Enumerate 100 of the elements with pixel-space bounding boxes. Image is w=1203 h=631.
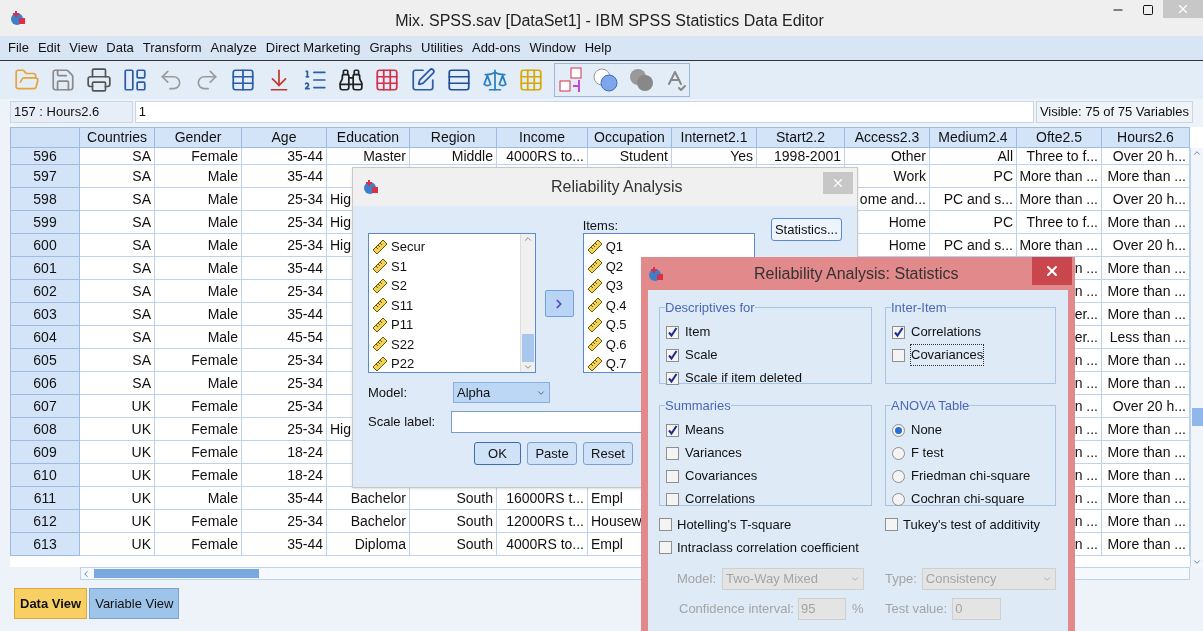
table-cell: Master — [363, 148, 406, 164]
table-cell-text: Hig — [330, 235, 351, 255]
table-cell-text: Female — [191, 442, 238, 462]
table-cell: SA — [132, 148, 151, 164]
icc-type-label: Type: — [885, 570, 917, 589]
option-label: Means — [684, 421, 726, 440]
visible-variables-label: Visible: 75 of 75 Variables — [1035, 101, 1193, 123]
table-cell-text: More than ... — [1107, 488, 1186, 508]
option-label: F test — [910, 444, 945, 463]
table-cell-text: SA — [132, 212, 151, 232]
scale-label: Scale label: — [368, 413, 437, 432]
table-cell-text: More than ... — [1107, 442, 1186, 462]
table-cell-text: 35-44 — [287, 534, 323, 554]
option-label: Tukey's test of additivity — [903, 515, 1041, 534]
table-cell-text: South — [456, 534, 493, 554]
table-cell-text: 25-34 — [287, 281, 323, 301]
table-cell: All — [997, 148, 1013, 164]
table-cell-text: Home — [888, 235, 926, 255]
table-cell-text: n ... — [1074, 488, 1098, 508]
table-cell-text: Male — [207, 189, 238, 209]
table-cell-text: 18-24 — [287, 465, 323, 485]
table-cell-text: UK — [131, 511, 151, 531]
table-cell-text: SA — [132, 258, 151, 278]
table-cell-text: 45-54 — [287, 327, 323, 347]
table-cell-text: n ... — [1074, 350, 1098, 370]
table-cell-text: 25-34 — [287, 396, 323, 416]
option-label: None — [910, 421, 944, 440]
option-label: Covariances — [684, 467, 759, 486]
table-cell-text: South — [456, 488, 493, 508]
table-cell-text: More than ... — [1019, 166, 1098, 186]
table-cell-text: Male — [207, 258, 238, 278]
table-cell: Female — [191, 148, 238, 164]
table-cell-text: Bachelor — [350, 488, 406, 508]
table-cell-text: PC — [993, 212, 1013, 232]
table-cell-text: 35-44 — [287, 166, 323, 186]
table-cell-text: n ... — [1074, 396, 1098, 416]
table-cell-text: Home — [888, 212, 926, 232]
table-cell-text: South — [456, 511, 493, 531]
table-cell-text: More than ... — [1107, 465, 1186, 485]
table-cell-text: UK — [131, 534, 151, 554]
icc-model-label: Model: — [677, 570, 717, 589]
table-cell-text: 35-44 — [287, 488, 323, 508]
table-cell-text: er... — [1074, 327, 1098, 347]
table-cell-text: More than ... — [1019, 235, 1098, 255]
option-label: Cochran chi-square — [910, 490, 1026, 509]
table-cell-text: Work — [893, 166, 926, 186]
table-cell-text: Less than ... — [1109, 327, 1186, 347]
table-cell-text: PC and s... — [943, 189, 1013, 209]
table-cell-text: SA — [132, 235, 151, 255]
table-cell-text: 25-34 — [287, 235, 323, 255]
test-value-label: Test value: — [885, 600, 948, 619]
table-cell-text: Male — [207, 304, 238, 324]
table-cell-text: More than ... — [1107, 534, 1186, 554]
table-cell-text: SA — [132, 304, 151, 324]
table-cell-text: Empl — [591, 488, 623, 508]
items-label: Items: — [582, 218, 620, 233]
option-label: Hotelling's T-square — [677, 515, 792, 534]
table-cell-text: More than ... — [1019, 189, 1098, 209]
table-cell-text: n ... — [1074, 442, 1098, 462]
table-cell-text: n ... — [1074, 373, 1098, 393]
table-cell-text: Over 20 h... — [1112, 396, 1186, 416]
option-label: Variances — [684, 444, 743, 463]
table-cell-text: SA — [132, 350, 151, 370]
table-cell-text: Female — [191, 534, 238, 554]
table-cell-text: n ... — [1074, 465, 1098, 485]
table-cell-text: Housew — [591, 511, 642, 531]
table-cell-text: Female — [191, 511, 238, 531]
option-label: Scale — [684, 346, 719, 365]
percent-label: % — [851, 600, 864, 619]
table-cell-text: SA — [132, 281, 151, 301]
table-cell-text: n ... — [1074, 419, 1098, 439]
group-title: ANOVA Table — [891, 397, 970, 415]
table-cell-text: More than ... — [1107, 281, 1186, 301]
table-cell-text: Male — [207, 166, 238, 186]
table-cell: 1998-2001 — [774, 148, 841, 164]
table-cell-text: Hig — [330, 419, 351, 439]
window-title: Mix. SPSS.sav [DataSet1] - IBM SPSS Statistics Data Editor — [395, 11, 824, 31]
table-cell: Middle — [451, 148, 493, 164]
table-cell-text: Over 20 h... — [1112, 189, 1186, 209]
table-cell-text: 35-44 — [287, 258, 323, 278]
table-cell-text: er... — [1074, 304, 1098, 324]
table-cell-text: Male — [207, 235, 238, 255]
model-label: Model: — [368, 383, 409, 402]
table-cell-text: Bachelor — [350, 511, 406, 531]
table-cell-text: More than ... — [1107, 304, 1186, 324]
table-cell-text: SA — [132, 373, 151, 393]
table-cell-text: 25-34 — [287, 373, 323, 393]
table-cell-text: UK — [131, 396, 151, 416]
dialog-title: Reliability Analysis — [551, 177, 683, 197]
table-cell-text: More than ... — [1107, 212, 1186, 232]
table-cell-text: Female — [191, 350, 238, 370]
table-cell: Other — [891, 148, 926, 164]
table-cell-text: Female — [191, 396, 238, 416]
table-cell-text: More than ... — [1107, 350, 1186, 370]
table-cell-text: Empl — [591, 534, 623, 554]
table-cell-text: 18-24 — [287, 442, 323, 462]
table-cell-text: 25-34 — [287, 212, 323, 232]
table-cell: 35-44 — [287, 148, 323, 164]
option-label: Scale if item deleted — [684, 369, 804, 388]
table-cell-text: Male — [207, 327, 238, 347]
